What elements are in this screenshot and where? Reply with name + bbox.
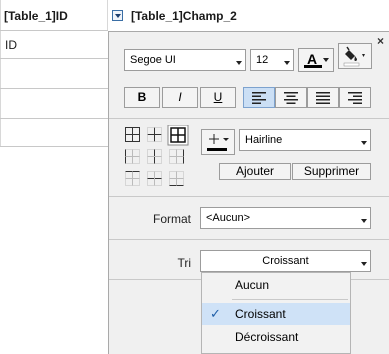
align-right-icon — [348, 92, 362, 104]
grid-line — [0, 58, 108, 59]
separator — [232, 299, 348, 300]
format-label: Format — [152, 212, 191, 226]
chevron-down-icon — [361, 219, 367, 223]
grid-line — [0, 88, 108, 89]
align-center-button[interactable] — [275, 87, 307, 108]
font-family-select[interactable]: Segoe UI — [124, 49, 246, 71]
table-cell[interactable]: ID — [5, 38, 17, 52]
column-dropdown-button[interactable] — [112, 10, 123, 21]
font-color-button[interactable]: A — [298, 48, 334, 72]
format-select[interactable]: <Aucun> — [200, 207, 371, 229]
separator — [109, 239, 389, 240]
paint-bucket-icon — [343, 46, 365, 67]
align-center-icon — [284, 92, 298, 104]
grid-line — [0, 118, 108, 119]
sort-dropdown-menu: Aucun ✓ Croissant Décroissant — [201, 272, 351, 354]
grid-line — [0, 146, 108, 147]
grid-line — [0, 0, 1, 147]
sort-option-label: Croissant — [235, 307, 286, 321]
grid-line — [107, 0, 108, 31]
column-header-id[interactable]: [Table_1]ID — [4, 9, 68, 23]
sort-option-decroissant[interactable]: Décroissant — [202, 326, 350, 348]
separator — [109, 196, 389, 197]
add-border-button[interactable]: Ajouter — [219, 163, 291, 180]
border-top-icon[interactable] — [125, 171, 140, 186]
fill-color-button[interactable] — [338, 43, 372, 69]
font-size-value: 12 — [256, 54, 269, 66]
chevron-down-icon — [284, 61, 290, 65]
font-family-value: Segoe UI — [130, 54, 176, 66]
border-center-v-icon[interactable] — [147, 149, 162, 164]
chevron-down-icon — [236, 61, 242, 65]
align-justify-icon — [316, 92, 330, 104]
chevron-down-icon — [361, 262, 367, 266]
border-style-value: Hairline — [245, 134, 283, 146]
grid-line — [0, 30, 108, 31]
border-pen-icon — [207, 134, 229, 151]
border-color-button[interactable] — [201, 129, 235, 155]
align-left-button[interactable] — [243, 87, 275, 108]
underline-button[interactable]: U — [200, 87, 236, 108]
sort-label: Tri — [177, 256, 191, 270]
border-left-icon[interactable] — [125, 149, 140, 164]
border-presets — [125, 125, 189, 186]
border-style-select[interactable]: Hairline — [239, 129, 371, 151]
close-icon[interactable]: × — [377, 35, 384, 47]
checkmark-icon: ✓ — [210, 306, 221, 321]
delete-border-button[interactable]: Supprimer — [292, 163, 371, 180]
border-bottom-icon[interactable] — [169, 171, 184, 186]
sort-select[interactable]: Croissant — [200, 250, 371, 272]
align-left-icon — [252, 92, 266, 104]
sort-value: Croissant — [262, 255, 309, 267]
separator — [109, 118, 389, 119]
sort-option-croissant[interactable]: ✓ Croissant — [202, 303, 350, 325]
font-size-select[interactable]: 12 — [250, 49, 294, 71]
chevron-down-icon — [361, 141, 367, 145]
border-center-h-icon[interactable] — [147, 171, 162, 186]
font-color-swatch — [304, 65, 322, 68]
align-right-button[interactable] — [339, 87, 371, 108]
sort-option-aucun[interactable]: Aucun — [202, 274, 350, 296]
border-all-icon[interactable] — [125, 127, 140, 142]
format-value: <Aucun> — [206, 212, 251, 224]
italic-button[interactable]: I — [162, 87, 198, 108]
chevron-down-icon — [323, 58, 329, 62]
bold-button[interactable]: B — [124, 87, 160, 108]
border-inside-icon[interactable] — [147, 127, 162, 142]
align-justify-button[interactable] — [307, 87, 339, 108]
column-header-champ2[interactable]: [Table_1]Champ_2 — [131, 9, 237, 23]
border-right-icon[interactable] — [169, 149, 184, 164]
